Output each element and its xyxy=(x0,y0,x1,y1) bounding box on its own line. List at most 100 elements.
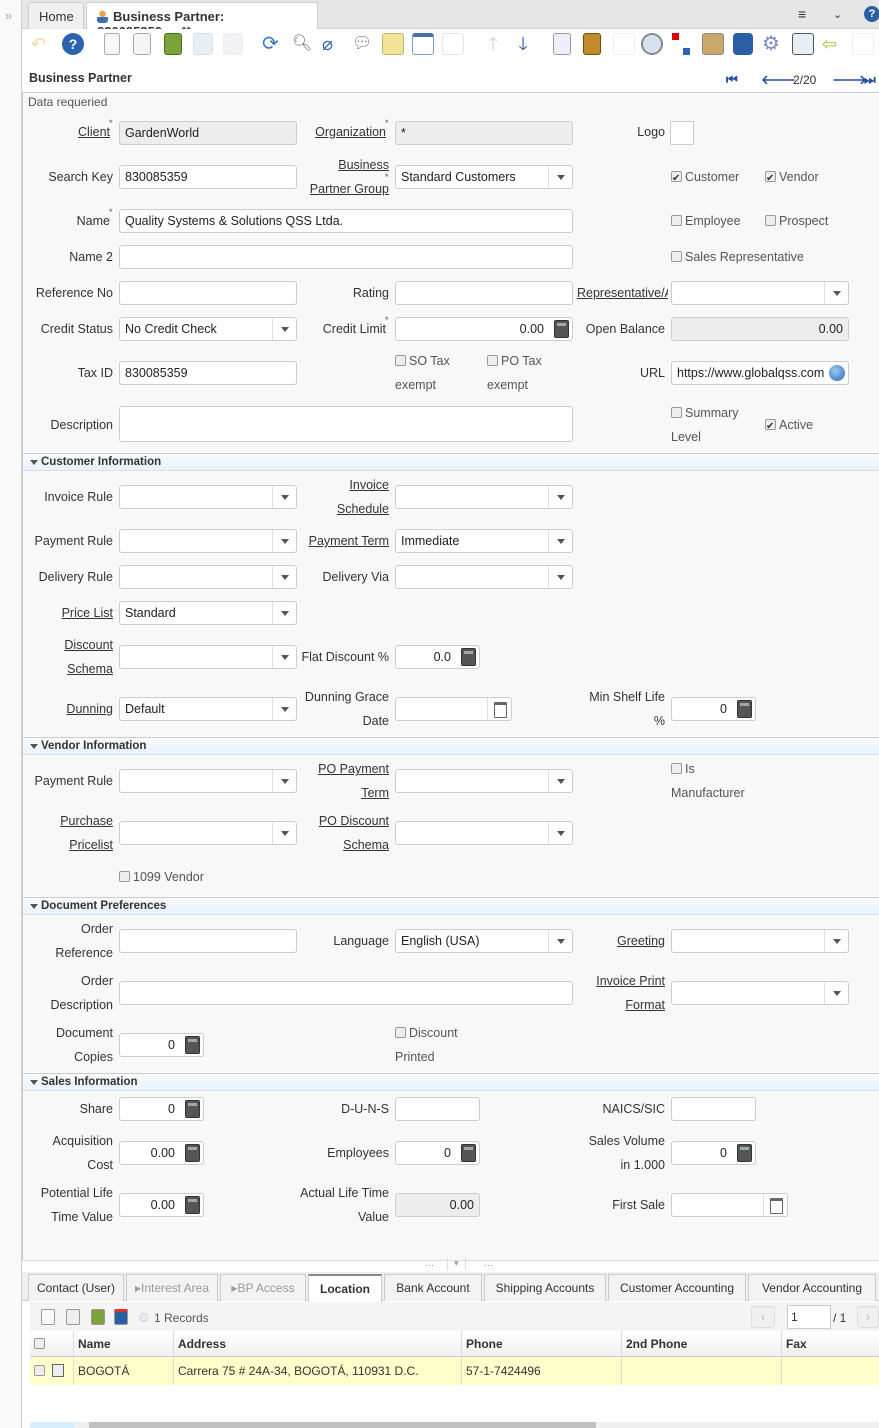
vendor-checkbox[interactable]: Vendor xyxy=(765,165,819,191)
vendor-1099-checkbox[interactable]: 1099 Vendor xyxy=(119,865,204,889)
organization-field[interactable]: * xyxy=(395,121,573,145)
po-payment-term-select[interactable] xyxy=(395,769,573,793)
find-icon[interactable]: 🔍︎ xyxy=(292,33,314,55)
detail-tab-shipping-accounts[interactable]: Shipping Accounts xyxy=(484,1274,606,1301)
price-list-select[interactable]: Standard xyxy=(119,601,297,625)
detail-tab-customer-accounting[interactable]: Customer Accounting xyxy=(608,1274,746,1301)
chat-icon[interactable]: 💬︎ xyxy=(352,33,374,55)
detail-tab-interest-area[interactable]: ▸Interest Area xyxy=(126,1274,218,1301)
previous-page-button[interactable]: ‹ xyxy=(751,1306,775,1328)
document-copies-field[interactable]: 0 xyxy=(119,1033,204,1057)
next-record-down-icon[interactable]: 🡓 xyxy=(512,33,534,55)
column-header-phone[interactable]: Phone xyxy=(462,1331,622,1357)
greeting-select[interactable] xyxy=(671,929,849,953)
language-select[interactable]: English (USA) xyxy=(395,929,573,953)
section-vendor-information[interactable]: Vendor Information xyxy=(23,737,879,755)
save-new-icon[interactable] xyxy=(223,33,243,55)
po-discount-schema-select[interactable] xyxy=(395,821,573,845)
request-icon[interactable] xyxy=(672,33,690,55)
grid-toggle-icon[interactable] xyxy=(412,33,434,55)
url-field[interactable]: https://www.globalqss.com xyxy=(671,361,849,385)
send-mail-icon[interactable] xyxy=(702,33,724,55)
summary-level-checkbox[interactable]: Summary Level xyxy=(671,401,738,449)
detail-tab-location[interactable]: Location xyxy=(308,1274,382,1302)
sales-volume-field[interactable]: 0 xyxy=(671,1141,756,1165)
credit-status-select[interactable]: No Credit Check xyxy=(119,317,297,341)
edit-row-icon[interactable] xyxy=(52,1364,64,1377)
client-field[interactable]: GardenWorld xyxy=(119,121,297,145)
naics-field[interactable] xyxy=(671,1097,756,1121)
zoom-across-icon[interactable] xyxy=(641,33,663,55)
acquisition-cost-field[interactable]: 0.00 xyxy=(119,1141,204,1165)
invoice-rule-select[interactable] xyxy=(119,485,297,509)
order-reference-field[interactable] xyxy=(119,929,297,953)
payment-rule-select[interactable] xyxy=(119,529,297,553)
process-icon[interactable]: ⚙ xyxy=(138,1310,150,1326)
collapse-all-icon[interactable]: ⌄ xyxy=(833,8,842,21)
copy-record-icon[interactable] xyxy=(133,33,151,55)
detail-splitter[interactable]: ··· ▾ ··· xyxy=(22,1258,879,1272)
scrollbar-thumb[interactable] xyxy=(89,1422,596,1428)
save-icon[interactable] xyxy=(193,33,213,55)
name-field[interactable]: Quality Systems & Solutions QSS Ltda. xyxy=(119,209,573,233)
calendar-icon[interactable] xyxy=(487,698,511,720)
detail-tab-bp-access[interactable]: ▸BP Access xyxy=(220,1274,306,1301)
delete-icon[interactable] xyxy=(164,33,182,55)
column-header-name[interactable]: Name xyxy=(74,1331,174,1357)
process-icon[interactable]: ⚙ xyxy=(762,33,784,55)
tax-id-field[interactable]: 830085359 xyxy=(119,361,297,385)
cell-2nd-phone[interactable] xyxy=(622,1357,782,1385)
customer-checkbox[interactable]: Customer xyxy=(671,165,739,191)
discount-schema-select[interactable] xyxy=(119,645,297,669)
page-number-input[interactable]: 1 xyxy=(787,1305,831,1329)
section-customer-information[interactable]: Customer Information xyxy=(23,453,879,471)
help-icon[interactable]: ? xyxy=(62,33,84,55)
order-description-field[interactable] xyxy=(119,981,573,1005)
detail-tab-bank-account[interactable]: Bank Account xyxy=(384,1274,482,1301)
discount-printed-checkbox[interactable]: Discount Printed xyxy=(395,1021,458,1069)
calendar-icon[interactable] xyxy=(763,1194,787,1216)
invoice-print-format-select[interactable] xyxy=(671,981,849,1005)
vendor-payment-rule-select[interactable] xyxy=(119,769,297,793)
purchase-pricelist-select[interactable] xyxy=(119,821,297,845)
export-icon[interactable] xyxy=(792,33,814,55)
share-field[interactable]: 0 xyxy=(119,1097,204,1121)
note-icon[interactable] xyxy=(382,33,404,55)
section-sales-information[interactable]: Sales Information xyxy=(23,1073,879,1091)
row-select-checkbox[interactable] xyxy=(30,1357,74,1385)
detail-tab-contact[interactable]: Contact (User) xyxy=(28,1274,124,1301)
cell-phone[interactable]: 57-1-7424496 xyxy=(462,1357,622,1385)
first-sale-date-field[interactable] xyxy=(671,1193,788,1217)
sales-rep-checkbox[interactable]: Sales Representative xyxy=(671,245,804,269)
globe-icon[interactable] xyxy=(829,365,845,381)
is-manufacturer-checkbox[interactable]: Is Manufacturer xyxy=(671,757,745,805)
print-icon[interactable] xyxy=(613,33,635,55)
select-all-checkbox[interactable] xyxy=(30,1331,74,1357)
section-document-preferences[interactable]: Document Preferences xyxy=(23,897,879,915)
multi-view-icon[interactable] xyxy=(442,33,464,55)
column-header-address[interactable]: Address xyxy=(174,1331,462,1357)
next-record-icon[interactable]: 🡒 xyxy=(832,72,867,88)
cell-address[interactable]: Carrera 75 # 24A-34, BOGOTÁ, 110931 D.C. xyxy=(174,1357,462,1385)
import-icon[interactable]: ⇦ xyxy=(822,33,844,55)
tab-home[interactable]: Home xyxy=(28,2,84,29)
employees-field[interactable]: 0 xyxy=(395,1141,480,1165)
column-header-2nd-phone[interactable]: 2nd Phone xyxy=(622,1331,782,1357)
representative-select[interactable] xyxy=(671,281,849,305)
employee-checkbox[interactable]: Employee xyxy=(671,209,741,233)
delivery-rule-select[interactable] xyxy=(119,565,297,589)
bp-group-select[interactable]: Standard Customers xyxy=(395,165,573,189)
logo-image-field[interactable] xyxy=(670,121,694,145)
save-icon[interactable] xyxy=(114,1309,128,1325)
product-info-icon[interactable] xyxy=(733,33,753,55)
rating-field[interactable] xyxy=(395,281,573,305)
new-record-icon[interactable] xyxy=(104,33,120,55)
potential-ltv-field[interactable]: 0.00 xyxy=(119,1193,204,1217)
reference-no-field[interactable] xyxy=(119,281,297,305)
min-shelf-life-field[interactable]: 0 xyxy=(671,697,756,721)
delete-icon[interactable] xyxy=(91,1309,105,1325)
expand-panel-icon[interactable]: » xyxy=(5,8,12,23)
previous-record-icon[interactable]: 🡐 xyxy=(761,72,796,88)
horizontal-scrollbar[interactable] xyxy=(30,1422,879,1428)
help-icon[interactable]: ? xyxy=(864,6,879,22)
